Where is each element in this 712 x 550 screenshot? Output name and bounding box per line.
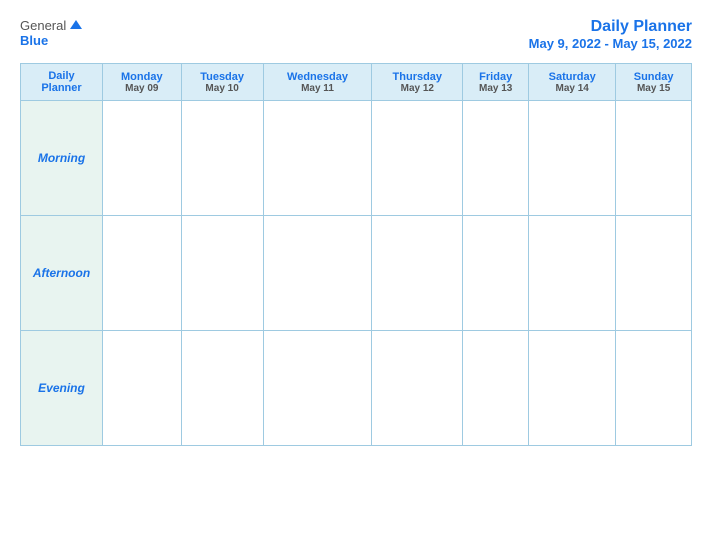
- day-date-sunday: May 15: [620, 83, 687, 94]
- afternoon-wednesday[interactable]: [263, 216, 372, 331]
- afternoon-thursday[interactable]: [372, 216, 463, 331]
- evening-label-cell: Evening: [21, 331, 103, 446]
- day-date-tuesday: May 10: [186, 83, 259, 94]
- day-name-friday: Friday: [467, 71, 524, 83]
- header-saturday: Saturday May 14: [529, 64, 616, 101]
- day-name-thursday: Thursday: [376, 71, 458, 83]
- morning-saturday[interactable]: [529, 101, 616, 216]
- logo-general-text: General: [20, 18, 66, 33]
- afternoon-row: Afternoon: [21, 216, 692, 331]
- morning-wednesday[interactable]: [263, 101, 372, 216]
- header: General Blue Daily Planner May 9, 2022 -…: [20, 18, 692, 51]
- day-date-friday: May 13: [467, 83, 524, 94]
- evening-wednesday[interactable]: [263, 331, 372, 446]
- planner-table: Daily Planner Monday May 09 Tuesday May …: [20, 63, 692, 446]
- logo-blue-text: Blue: [20, 33, 48, 48]
- evening-monday[interactable]: [103, 331, 182, 446]
- title-area: Daily Planner May 9, 2022 - May 15, 2022: [529, 18, 692, 51]
- morning-monday[interactable]: [103, 101, 182, 216]
- morning-label-cell: Morning: [21, 101, 103, 216]
- evening-tuesday[interactable]: [181, 331, 263, 446]
- day-date-monday: May 09: [107, 83, 177, 94]
- header-tuesday: Tuesday May 10: [181, 64, 263, 101]
- morning-thursday[interactable]: [372, 101, 463, 216]
- evening-label: Evening: [38, 381, 85, 395]
- evening-friday[interactable]: [463, 331, 529, 446]
- morning-sunday[interactable]: [616, 101, 692, 216]
- page: General Blue Daily Planner May 9, 2022 -…: [0, 0, 712, 550]
- header-thursday: Thursday May 12: [372, 64, 463, 101]
- logo-icon: [69, 19, 83, 33]
- day-date-thursday: May 12: [376, 83, 458, 94]
- header-friday: Friday May 13: [463, 64, 529, 101]
- header-row: Daily Planner Monday May 09 Tuesday May …: [21, 64, 692, 101]
- afternoon-saturday[interactable]: [529, 216, 616, 331]
- day-name-monday: Monday: [107, 71, 177, 83]
- header-sunday: Sunday May 15: [616, 64, 692, 101]
- day-date-wednesday: May 11: [268, 83, 368, 94]
- afternoon-tuesday[interactable]: [181, 216, 263, 331]
- logo-area: General Blue: [20, 18, 83, 48]
- evening-saturday[interactable]: [529, 331, 616, 446]
- day-name-sunday: Sunday: [620, 71, 687, 83]
- planner-title: Daily Planner: [529, 18, 692, 36]
- afternoon-label: Afternoon: [33, 266, 90, 280]
- morning-label: Morning: [38, 151, 85, 165]
- evening-thursday[interactable]: [372, 331, 463, 446]
- header-label-top: Daily: [25, 70, 98, 82]
- header-wednesday: Wednesday May 11: [263, 64, 372, 101]
- evening-sunday[interactable]: [616, 331, 692, 446]
- header-monday: Monday May 09: [103, 64, 182, 101]
- afternoon-monday[interactable]: [103, 216, 182, 331]
- afternoon-label-cell: Afternoon: [21, 216, 103, 331]
- header-label-cell: Daily Planner: [21, 64, 103, 101]
- day-name-tuesday: Tuesday: [186, 71, 259, 83]
- afternoon-friday[interactable]: [463, 216, 529, 331]
- day-date-saturday: May 14: [533, 83, 611, 94]
- logo-text: General: [20, 18, 83, 33]
- morning-row: Morning: [21, 101, 692, 216]
- afternoon-sunday[interactable]: [616, 216, 692, 331]
- evening-row: Evening: [21, 331, 692, 446]
- morning-friday[interactable]: [463, 101, 529, 216]
- day-name-wednesday: Wednesday: [268, 71, 368, 83]
- planner-dates: May 9, 2022 - May 15, 2022: [529, 36, 692, 51]
- morning-tuesday[interactable]: [181, 101, 263, 216]
- day-name-saturday: Saturday: [533, 71, 611, 83]
- header-label-bottom: Planner: [25, 82, 98, 94]
